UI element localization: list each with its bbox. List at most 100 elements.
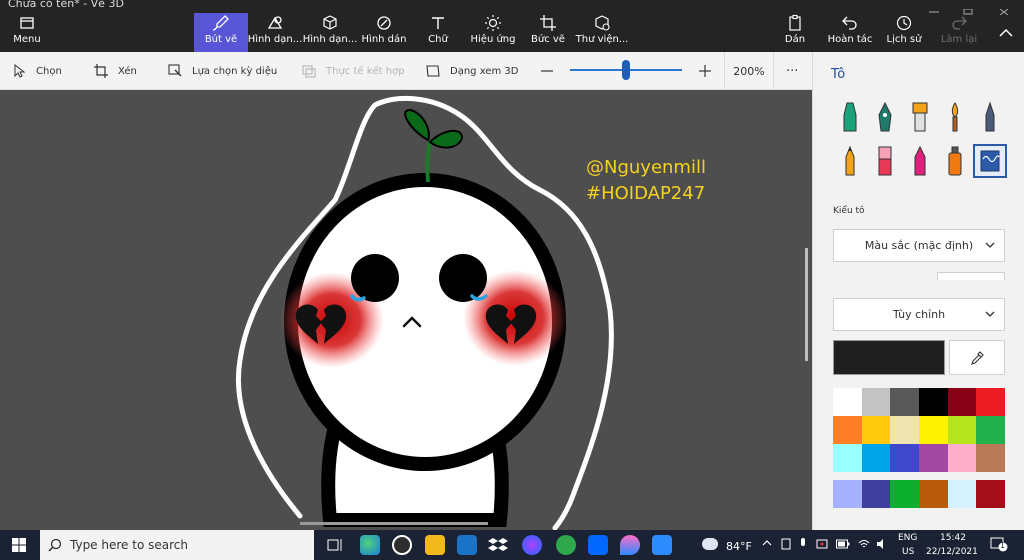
paint-3d-icon[interactable] [620, 535, 640, 555]
color-swatch[interactable] [919, 416, 948, 444]
drawing-canvas[interactable]: @Nguyenmill #HOIDAP247 [0, 90, 812, 530]
undo-button[interactable]: Hoàn tác [828, 14, 872, 52]
marker-brush[interactable] [835, 100, 865, 134]
task-view-icon[interactable] [325, 535, 345, 555]
color-swatch[interactable] [976, 416, 1005, 444]
tray-app-icon[interactable] [816, 538, 828, 553]
zalo-icon[interactable] [588, 535, 608, 555]
minimize-button[interactable] [928, 0, 940, 13]
tray-people-icon[interactable] [780, 538, 792, 553]
color-swatch[interactable] [919, 388, 948, 416]
material-dropdown[interactable]: Màu sắc (mặc định) [833, 229, 1005, 262]
tab-effects[interactable]: Hiệu ứng [470, 14, 516, 52]
watercolor-brush[interactable] [940, 100, 970, 134]
tab-text[interactable]: Chữ [420, 14, 456, 52]
color-swatch[interactable] [947, 480, 977, 508]
edge-browser-icon[interactable] [360, 535, 380, 555]
tab-3d-shapes[interactable]: Hình dạn... [303, 14, 357, 52]
redo-button[interactable]: Làm lại [940, 14, 978, 52]
eyedropper-button[interactable] [949, 340, 1005, 375]
close-window-button[interactable] [998, 0, 1010, 16]
tab-text-label: Chữ [428, 34, 448, 45]
zoom-app-icon[interactable] [652, 535, 672, 555]
color-swatch[interactable] [833, 416, 862, 444]
color-swatch[interactable] [861, 388, 891, 416]
file-explorer-icon[interactable] [425, 535, 445, 555]
color-swatch[interactable] [976, 444, 1005, 472]
tab-2d-shapes[interactable]: Hình dạn... [248, 14, 302, 52]
color-swatch[interactable] [890, 388, 919, 416]
clock-date[interactable]: 22/12/2021 [926, 547, 978, 557]
color-swatch[interactable] [976, 388, 1005, 416]
mixed-reality-tool[interactable]: Thực tế kết hợp [302, 52, 405, 90]
tab-canvas[interactable]: Bức vẽ [528, 14, 568, 52]
zoom-slider-thumb[interactable] [622, 60, 630, 80]
color-swatch[interactable] [947, 444, 977, 472]
history-button[interactable]: Lịch sử [884, 14, 924, 52]
left-eye [351, 254, 399, 302]
color-swatch[interactable] [890, 480, 919, 508]
crop-tool[interactable]: Xén [94, 52, 137, 90]
tray-chevron-up-icon[interactable] [762, 538, 772, 551]
notification-icon[interactable] [990, 536, 1008, 555]
color-swatch[interactable] [833, 480, 862, 508]
fill-brush[interactable] [973, 144, 1007, 178]
messenger-icon[interactable] [522, 535, 542, 555]
oil-brush[interactable] [905, 100, 935, 134]
tab-brushes[interactable]: Bút vẽ [194, 13, 248, 52]
mail-icon[interactable] [457, 535, 477, 555]
microphone-icon[interactable] [798, 538, 808, 553]
tab-stickers[interactable]: Hình dán [362, 14, 406, 52]
clock-time[interactable]: 15:42 [940, 533, 966, 543]
select-tool[interactable]: Chọn [12, 52, 62, 90]
color-swatch[interactable] [861, 480, 891, 508]
chrome-like-icon[interactable] [392, 535, 412, 555]
battery-icon[interactable] [836, 539, 850, 552]
pencil-brush[interactable] [835, 144, 865, 178]
thickness-field[interactable] [937, 272, 1005, 280]
taskbar-search-box[interactable]: Type here to search [40, 530, 314, 560]
calligraphy-pen-brush[interactable] [870, 100, 900, 134]
3d-view-label: Dạng xem 3D [450, 65, 519, 77]
language-line2[interactable]: US [902, 547, 914, 557]
color-swatch[interactable] [833, 444, 862, 472]
dropbox-icon[interactable] [488, 535, 508, 555]
menu-button[interactable]: Menu [10, 14, 44, 52]
color-swatch[interactable] [919, 444, 948, 472]
language-line1[interactable]: ENG [898, 533, 917, 543]
horizontal-scrollbar[interactable] [300, 522, 488, 525]
maximize-button[interactable] [962, 0, 974, 15]
spray-can-brush[interactable] [940, 144, 970, 178]
crayon-brush[interactable] [905, 144, 935, 178]
tab-3d-library[interactable]: Thư viện... [576, 14, 628, 52]
zoom-level[interactable]: 200% [724, 52, 774, 90]
weather-cloud-icon[interactable] [702, 538, 718, 550]
color-swatch[interactable] [861, 416, 891, 444]
material-dropdown-value: Màu sắc (mặc định) [864, 239, 974, 252]
current-color-swatch[interactable] [833, 340, 945, 375]
color-swatch[interactable] [976, 480, 1005, 508]
color-swatch[interactable] [861, 444, 891, 472]
pixel-pen-brush[interactable] [975, 100, 1005, 134]
vertical-scrollbar[interactable] [805, 248, 808, 361]
start-button[interactable] [0, 530, 38, 560]
eraser-brush[interactable] [870, 144, 900, 178]
color-swatch[interactable] [947, 416, 977, 444]
zoom-in-button[interactable] [698, 52, 722, 90]
green-app-icon[interactable] [556, 535, 576, 555]
wifi-icon[interactable] [858, 538, 870, 553]
zoom-out-button[interactable] [540, 52, 564, 90]
paste-button[interactable]: Dán [782, 14, 808, 52]
search-placeholder: Type here to search [70, 538, 188, 552]
color-swatch[interactable] [890, 444, 919, 472]
color-swatch[interactable] [919, 480, 948, 508]
more-options-button[interactable]: ··· [786, 52, 798, 90]
3d-view-tool[interactable]: Dạng xem 3D [426, 52, 518, 90]
magic-select-tool[interactable]: Lựa chọn kỳ diệu [168, 52, 277, 90]
color-swatch[interactable] [890, 416, 919, 444]
custom-dropdown[interactable]: Tùy chỉnh [833, 298, 1005, 331]
color-swatch[interactable] [833, 388, 862, 416]
volume-icon[interactable] [876, 538, 888, 553]
color-swatch[interactable] [947, 388, 977, 416]
weather-temperature[interactable]: 84°F [726, 540, 752, 553]
